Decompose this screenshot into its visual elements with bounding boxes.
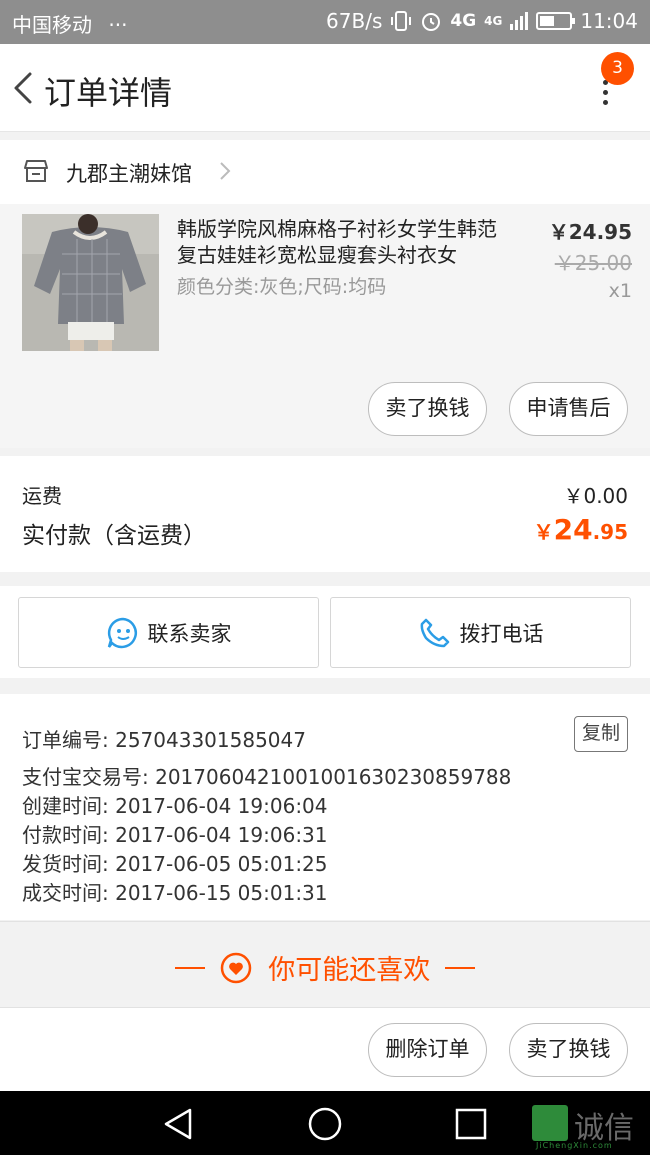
network-type-2: 4G bbox=[484, 14, 503, 28]
call-phone-label: 拨打电话 bbox=[459, 621, 544, 646]
copy-button[interactable]: 复制 bbox=[574, 716, 628, 752]
network-type: 4G bbox=[450, 11, 477, 31]
heart-icon bbox=[220, 952, 251, 983]
shipping-value: ￥0.00 bbox=[563, 484, 628, 508]
chat-face-icon bbox=[107, 617, 137, 648]
paid-integer: 24 bbox=[553, 513, 593, 546]
paid-label: 实付款（含运费） bbox=[22, 523, 206, 549]
after-sale-button[interactable]: 申请售后 bbox=[509, 382, 628, 436]
carrier-label: 中国移动 bbox=[12, 13, 92, 37]
paid-decimal: .95 bbox=[592, 520, 628, 544]
contact-seller-label: 联系卖家 bbox=[147, 621, 232, 646]
contact-seller-button[interactable]: 联系卖家 bbox=[18, 597, 319, 668]
phone-icon bbox=[420, 618, 449, 647]
call-phone-button[interactable]: 拨打电话 bbox=[330, 597, 631, 668]
created-time: 创建时间: 2017-06-04 19:06:04 bbox=[22, 794, 328, 818]
home-nav-icon[interactable] bbox=[307, 1106, 343, 1142]
order-number: 订单编号: 257043301585047 bbox=[22, 728, 306, 752]
shipping-label: 运费 bbox=[22, 484, 62, 508]
notification-dots: ··· bbox=[108, 13, 128, 37]
recommend-section: 你可能还喜欢 bbox=[0, 921, 650, 1007]
app-header: 订单详情 3 bbox=[0, 44, 650, 132]
battery-icon bbox=[536, 12, 576, 30]
vibrate-icon bbox=[391, 11, 412, 31]
fees-section: 运费 ￥0.00 实付款（含运费） ￥24.95 bbox=[0, 456, 650, 572]
delete-order-button[interactable]: 删除订单 bbox=[368, 1023, 487, 1077]
paid-time: 付款时间: 2017-06-04 19:06:31 bbox=[22, 823, 328, 847]
shop-icon bbox=[24, 160, 48, 182]
alarm-icon bbox=[422, 13, 441, 31]
chevron-right-icon bbox=[220, 162, 231, 180]
status-left: 中国移动 ··· bbox=[12, 9, 127, 38]
clock: 11:04 bbox=[580, 9, 638, 33]
watermark-sub: JiChengXin.com bbox=[536, 1141, 613, 1150]
message-badge: 3 bbox=[601, 52, 634, 85]
recents-nav-icon[interactable] bbox=[454, 1107, 488, 1141]
bottom-action-bar: 删除订单 卖了换钱 bbox=[0, 1007, 650, 1091]
sell-button[interactable]: 卖了换钱 bbox=[368, 382, 487, 436]
product-card[interactable]: 韩版学院风棉麻格子衬衫女学生韩范复古娃娃衫宽松显瘦套头衬衣女 颜色分类:灰色;尺… bbox=[0, 204, 650, 448]
product-name[interactable]: 韩版学院风棉麻格子衬衫女学生韩范复古娃娃衫宽松显瘦套头衬衣女 bbox=[177, 216, 512, 268]
recommend-line-right bbox=[444, 966, 475, 969]
signal-icon bbox=[510, 12, 529, 30]
page-title: 订单详情 bbox=[44, 74, 173, 112]
product-spec: 颜色分类:灰色;尺码:均码 bbox=[177, 276, 387, 298]
paid-amount: ￥24.95 bbox=[534, 513, 628, 546]
completed-time: 成交时间: 2017-06-15 05:01:31 bbox=[22, 881, 328, 905]
status-bar: 中国移动 ··· 67B/s 4G 4G 11:04 bbox=[0, 0, 650, 44]
shipped-time: 发货时间: 2017-06-05 05:01:25 bbox=[22, 852, 328, 876]
order-info: 订单编号: 257043301585047 复制 支付宝交易号: 2017060… bbox=[0, 694, 650, 920]
recommend-line-left bbox=[175, 966, 206, 969]
alipay-trade-number: 支付宝交易号: 2017060421001001630230859788 bbox=[22, 765, 512, 789]
watermark: 诚信 JiChengXin.com bbox=[532, 1103, 648, 1150]
product-price: ￥24.95 bbox=[548, 220, 632, 244]
watermark-logo-icon bbox=[532, 1105, 568, 1141]
recommend-label: 你可能还喜欢 bbox=[268, 955, 431, 986]
back-arrow-icon[interactable] bbox=[8, 66, 44, 110]
contact-section: 联系卖家 拨打电话 bbox=[0, 586, 650, 678]
back-nav-icon[interactable] bbox=[160, 1107, 196, 1141]
product-quantity: x1 bbox=[608, 280, 632, 302]
sell-for-cash-button[interactable]: 卖了换钱 bbox=[509, 1023, 628, 1077]
network-speed: 67B/s bbox=[326, 9, 383, 33]
product-original-price: ￥25.00 bbox=[554, 251, 632, 275]
paid-currency: ￥ bbox=[533, 520, 554, 544]
system-nav-bar: 诚信 JiChengXin.com bbox=[0, 1091, 650, 1155]
shop-name[interactable]: 九郡主潮妹馆 bbox=[66, 158, 192, 188]
product-thumbnail[interactable] bbox=[22, 214, 159, 351]
shop-row[interactable]: 九郡主潮妹馆 bbox=[0, 140, 650, 204]
status-right: 67B/s 4G 4G 11:04 bbox=[326, 9, 638, 33]
